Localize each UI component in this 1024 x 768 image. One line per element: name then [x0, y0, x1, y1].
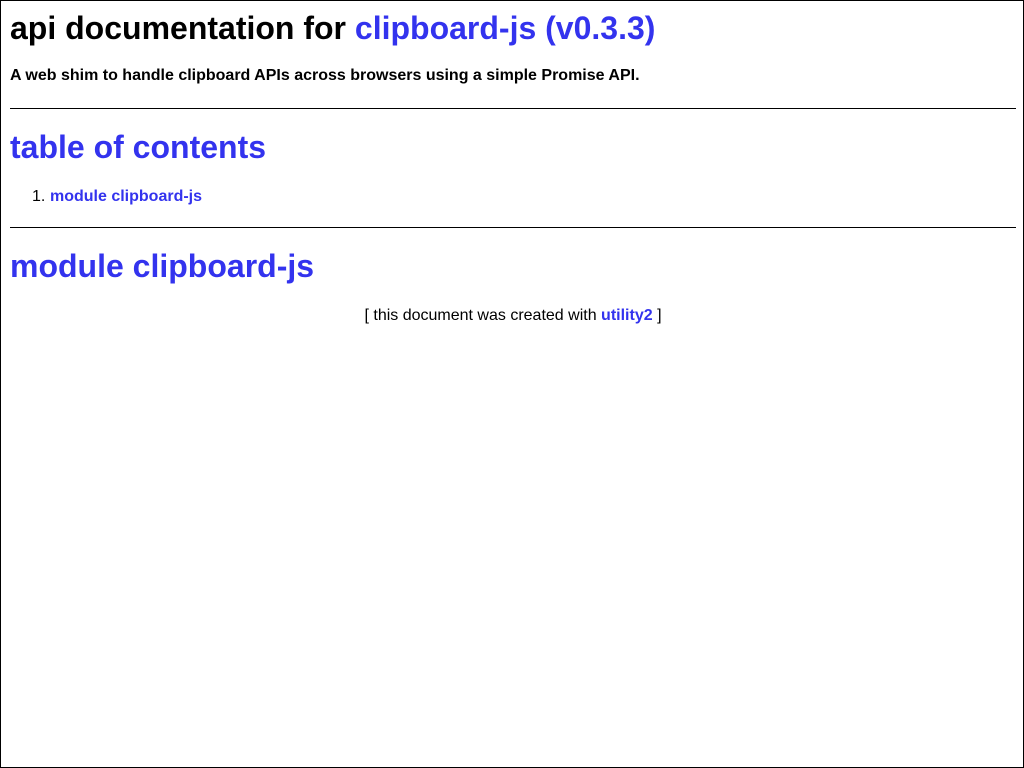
toc-heading: table of contents: [10, 129, 267, 165]
utility2-link[interactable]: utility2: [601, 307, 653, 324]
divider: [10, 227, 1016, 228]
footer-close-bracket: ]: [657, 307, 662, 324]
footer-text: this document was created with: [373, 307, 597, 324]
footer: [ this document was created with utility…: [10, 306, 1016, 326]
toc-link-module-clipboard-js[interactable]: module clipboard-js: [50, 187, 202, 207]
page-title: api documentation for clipboard-js (v0.3…: [10, 9, 655, 47]
module-heading: module clipboard-js: [10, 248, 315, 284]
footer-open-bracket: [: [364, 307, 369, 324]
toc-item-number: 1.: [32, 188, 46, 205]
package-description: A web shim to handle clipboard APIs acro…: [10, 67, 640, 84]
page-frame: api documentation for clipboard-js (v0.3…: [0, 0, 1024, 768]
page-title-prefix: api documentation for: [10, 10, 346, 46]
package-link[interactable]: clipboard-js (v0.3.3): [355, 10, 656, 46]
divider: [10, 108, 1016, 109]
